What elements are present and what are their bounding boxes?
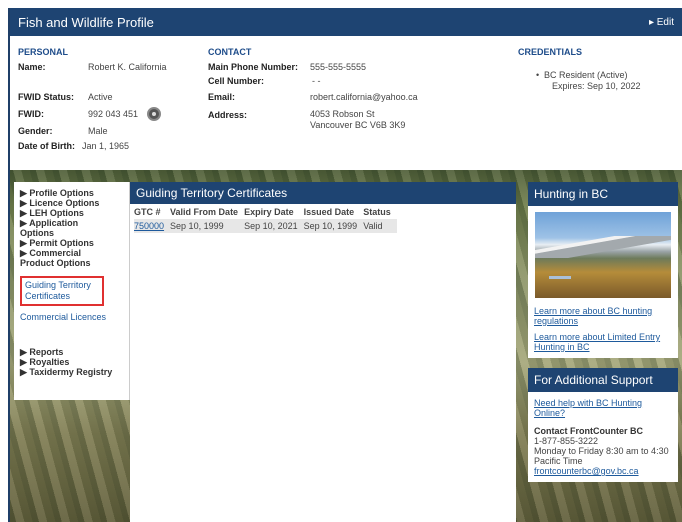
hunting-photo — [535, 212, 671, 298]
fwid-status-label: FWID Status: — [18, 92, 74, 102]
nav-leh-options[interactable]: ▶ LEH Options — [20, 208, 123, 218]
hunting-box: Hunting in BC Learn more about BC huntin… — [528, 182, 678, 358]
cell-expiry: Sep 10, 2021 — [244, 219, 304, 233]
col-gtc: GTC # — [134, 207, 161, 217]
col-issued: Issued Date — [303, 207, 355, 217]
profile-window: Fish and Wildlife Profile ▸ Edit PERSONA… — [8, 8, 682, 522]
verified-badge-icon — [147, 107, 161, 121]
nav-commercial-product-options-cont[interactable]: Product Options — [20, 258, 123, 268]
title-bar: Fish and Wildlife Profile ▸ Edit — [10, 8, 682, 36]
email-value: robert.california@yahoo.ca — [310, 92, 418, 102]
panel-title: Guiding Territory Certificates — [130, 182, 516, 204]
limited-entry-link-cont[interactable]: Hunting in BC — [534, 342, 672, 352]
table-row: 750000 Sep 10, 1999 Sep 10, 2021 Sep 10,… — [134, 219, 397, 233]
contact-phone: 1-877-855-3222 — [534, 436, 599, 446]
contact-title: Contact FrontCounter BC — [534, 426, 643, 436]
cell-value: - - — [312, 76, 321, 86]
hunting-regulations-link[interactable]: Learn more about BC hunting — [534, 306, 672, 316]
certificates-table: GTC # Valid From Date Expiry Date Issued… — [134, 204, 397, 233]
nav-guiding-territory[interactable]: Guiding Territory — [25, 280, 99, 291]
credential-expiry: Expires: Sep 10, 2022 — [552, 81, 641, 91]
cell-status: Valid — [363, 219, 397, 233]
credentials-heading: CREDENTIALS — [518, 47, 583, 57]
fwid-value: 992 043 451 — [88, 109, 139, 119]
contact-email-link[interactable]: frontcounterbc@gov.bc.ca — [534, 466, 672, 476]
support-box: For Additional Support Need help with BC… — [528, 368, 678, 482]
limited-entry-link[interactable]: Learn more about Limited Entry — [534, 332, 672, 342]
left-navigation: ▶ Profile Options ▶ Licence Options ▶ LE… — [14, 182, 130, 400]
nav-application-options[interactable]: ▶ Application — [20, 218, 123, 228]
contact-hours: Monday to Friday 8:30 am to 4:30 — [534, 446, 669, 456]
nav-commercial-licences[interactable]: Commercial Licences — [20, 312, 123, 323]
fwid-label: FWID: — [18, 109, 44, 119]
dob-value: Jan 1, 1965 — [82, 141, 130, 151]
hunting-regulations-link-cont[interactable]: regulations — [534, 316, 672, 326]
hunting-title: Hunting in BC — [528, 182, 678, 206]
nav-profile-options[interactable]: ▶ Profile Options — [20, 188, 123, 198]
email-label: Email: — [208, 92, 236, 102]
cell-issued: Sep 10, 1999 — [303, 219, 364, 233]
col-status: Status — [363, 207, 391, 217]
main-panel: Guiding Territory Certificates GTC # Val… — [130, 182, 516, 522]
credential-item: BC Resident (Active) — [536, 70, 627, 81]
gender-value: Male — [88, 126, 108, 136]
name-value: Robert K. California — [88, 62, 167, 72]
main-phone-label: Main Phone Number: — [208, 62, 299, 72]
dob-label: Date of Birth: — [18, 141, 75, 151]
nav-taxidermy-registry[interactable]: ▶ Taxidermy Registry — [20, 367, 123, 377]
guiding-certificates-highlight[interactable]: Guiding Territory Certificates — [20, 276, 104, 306]
contact-hours-cont: Pacific Time — [534, 456, 583, 466]
name-label: Name: — [18, 62, 46, 72]
cell-gtc: 750000 — [134, 219, 171, 233]
page-title: Fish and Wildlife Profile — [18, 15, 154, 30]
cell-valid-from: Sep 10, 1999 — [170, 219, 245, 233]
address-line2: Vancouver BC V6B 3K9 — [310, 120, 406, 130]
personal-heading: PERSONAL — [18, 47, 69, 57]
nav-royalties[interactable]: ▶ Royalties — [20, 357, 123, 367]
support-title: For Additional Support — [528, 368, 678, 392]
nav-guiding-territory-cont[interactable]: Certificates — [25, 291, 99, 302]
col-valid-from: Valid From Date — [170, 207, 239, 217]
address-line1: 4053 Robson St — [310, 109, 375, 119]
help-link[interactable]: Need help with BC Hunting — [534, 398, 672, 408]
right-sidebar: Hunting in BC Learn more about BC huntin… — [528, 182, 678, 482]
contact-heading: CONTACT — [208, 47, 252, 57]
address-label: Address: — [208, 110, 248, 120]
main-phone-value: 555-555-5555 — [310, 62, 367, 72]
edit-link[interactable]: ▸ Edit — [649, 17, 674, 28]
gender-label: Gender: — [18, 126, 53, 136]
nav-licence-options[interactable]: ▶ Licence Options — [20, 198, 123, 208]
nav-commercial-product-options[interactable]: ▶ Commercial — [20, 248, 123, 258]
profile-summary: PERSONAL Name: Robert K. California FWID… — [10, 36, 682, 170]
col-expiry: Expiry Date — [244, 207, 294, 217]
nav-reports[interactable]: ▶ Reports — [20, 347, 123, 357]
nav-application-options-cont[interactable]: Options — [20, 228, 123, 238]
gtc-link[interactable]: 750000 — [134, 221, 164, 231]
table-header-row: GTC # Valid From Date Expiry Date Issued… — [134, 204, 397, 219]
cell-label: Cell Number: — [208, 76, 265, 86]
help-link-cont[interactable]: Online? — [534, 408, 672, 418]
nav-permit-options[interactable]: ▶ Permit Options — [20, 238, 123, 248]
fwid-status-value: Active — [88, 92, 113, 102]
